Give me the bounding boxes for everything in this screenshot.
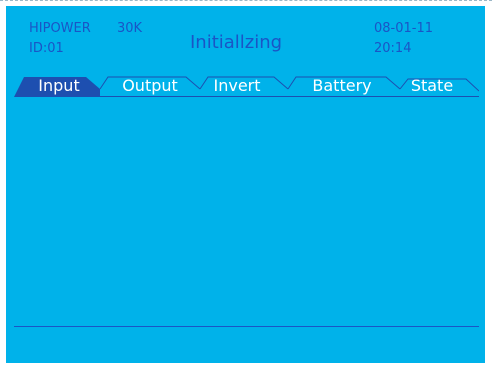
top-dashed-border <box>0 0 492 1</box>
brand-label: HIPOWER <box>29 21 91 36</box>
tab-output[interactable]: Output <box>114 75 186 97</box>
tab-bar: Input Output Invert Battery State <box>14 75 479 97</box>
tab-invert[interactable]: Invert <box>204 75 270 97</box>
tab-battery[interactable]: Battery <box>298 75 386 97</box>
tab-state[interactable]: State <box>402 75 462 97</box>
status-title: Initiallzing <box>190 32 283 53</box>
date-label: 08-01-11 <box>374 21 434 36</box>
status-bar <box>14 327 479 357</box>
tab-input[interactable]: Input <box>26 75 92 97</box>
device-id-label: ID:01 <box>29 41 64 56</box>
model-label: 30K <box>117 21 143 36</box>
time-label: 20:14 <box>374 41 412 56</box>
tab-content-panel <box>14 97 479 326</box>
